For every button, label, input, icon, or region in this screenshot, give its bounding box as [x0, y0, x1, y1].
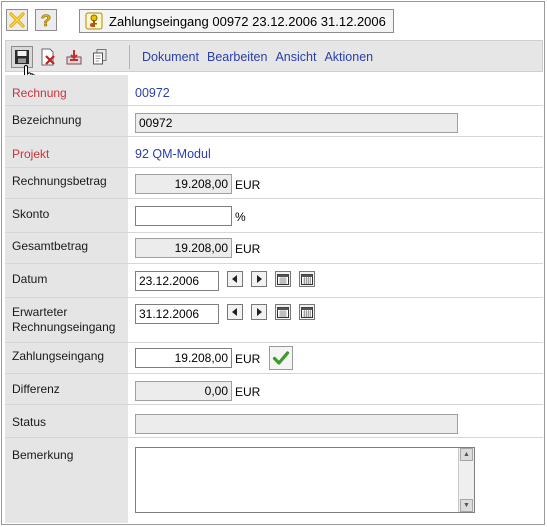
erwarteter-rechnungseingang-input[interactable]: 31.12.2006	[135, 304, 219, 324]
document-tab[interactable]: Zahlungseingang 00972 23.12.2006 31.12.2…	[79, 9, 394, 33]
confirm-payment-button[interactable]	[269, 346, 293, 370]
bemerkung-label: Bemerkung	[12, 448, 74, 462]
datum-prev-button[interactable]	[227, 271, 243, 287]
erwarteter-prev-button[interactable]	[227, 304, 243, 320]
help-question-icon: ?	[41, 11, 52, 29]
row-divider	[5, 167, 543, 168]
bemerkung-scrollbar[interactable]: ▲ ▼	[458, 448, 474, 512]
rechnung-link[interactable]: 00972	[135, 86, 170, 100]
bezeichnung-label: Bezeichnung	[12, 113, 82, 127]
toolbar: Dokument Bearbeiten Ansicht Aktionen	[5, 40, 543, 85]
erwarteter-next-button[interactable]	[251, 304, 267, 320]
erwarteter-label-line1: Erwarteter	[12, 305, 68, 319]
bezeichnung-field[interactable]: 00972	[135, 113, 458, 133]
projekt-link[interactable]: 92 QM-Modul	[135, 147, 211, 161]
datum-label: Datum	[12, 272, 48, 286]
menu-bearbeiten[interactable]: Bearbeiten	[207, 50, 267, 64]
scroll-down-arrow-icon[interactable]: ▼	[460, 499, 473, 512]
row-divider	[5, 373, 543, 374]
erwarteter-calendar-range-button[interactable]	[299, 304, 315, 320]
skonto-percent-unit: %	[235, 210, 246, 224]
payment-form: Rechnung 00972 Bezeichnung 00972 Projekt…	[5, 75, 543, 523]
row-divider	[5, 105, 543, 106]
delete-document-button[interactable]	[37, 46, 59, 68]
erwarteter-calendar-button[interactable]	[275, 304, 291, 320]
row-divider	[5, 404, 543, 405]
toolbar-separator	[129, 45, 130, 69]
skonto-input[interactable]	[135, 206, 232, 226]
menu-ansicht[interactable]: Ansicht	[275, 50, 316, 64]
copy-button[interactable]	[89, 46, 111, 68]
menu-dokument[interactable]: Dokument	[142, 50, 199, 64]
zahlungseingang-currency: EUR	[235, 352, 261, 366]
copy-pages-icon	[93, 49, 107, 65]
gesamtbetrag-label: Gesamtbetrag	[12, 239, 89, 253]
row-divider	[5, 198, 543, 199]
erwarteter-label-line2: Rechnungseingang	[12, 320, 116, 334]
menu-aktionen[interactable]: Aktionen	[324, 50, 373, 64]
zahlungseingang-input[interactable]: 19.208,00	[135, 348, 232, 368]
status-field[interactable]	[135, 414, 458, 434]
row-divider	[5, 263, 543, 264]
save-disk-icon	[15, 50, 29, 64]
payment-key-icon	[85, 12, 103, 30]
row-divider	[5, 136, 543, 137]
projekt-label: Projekt	[12, 147, 50, 161]
rechnungsbetrag-field[interactable]: 19.208,00	[135, 174, 232, 194]
arrow-left-icon	[232, 308, 237, 316]
calendar-month-icon	[301, 274, 313, 285]
calendar-icon	[277, 274, 289, 285]
skonto-label: Skonto	[12, 207, 50, 221]
row-divider	[5, 437, 543, 438]
svg-text:?: ?	[41, 11, 51, 29]
close-button[interactable]	[6, 9, 28, 31]
differenz-currency: EUR	[235, 385, 261, 399]
scroll-up-arrow-icon[interactable]: ▲	[460, 448, 473, 461]
row-divider	[5, 342, 543, 343]
delete-document-icon	[41, 48, 55, 66]
arrow-right-icon	[257, 275, 262, 283]
title-bar: ? Zahlungseingang 00972 23.12.2006 31.12…	[2, 2, 544, 36]
calendar-month-icon	[301, 307, 313, 318]
datum-calendar-range-button[interactable]	[299, 271, 315, 287]
gesamtbetrag-currency: EUR	[235, 242, 261, 256]
datum-calendar-button[interactable]	[275, 271, 291, 287]
calendar-icon	[277, 307, 289, 318]
gesamtbetrag-field[interactable]: 19.208,00	[135, 238, 232, 258]
rechnung-label: Rechnung	[12, 86, 67, 100]
rechnungsbetrag-label: Rechnungsbetrag	[12, 174, 107, 188]
bemerkung-textarea[interactable]: ▲ ▼	[135, 447, 475, 513]
datum-input[interactable]: 23.12.2006	[135, 271, 219, 291]
arrow-left-icon	[232, 275, 237, 283]
differenz-field[interactable]: 0,00	[135, 381, 232, 401]
inbox-button[interactable]	[63, 46, 85, 68]
menu-bar: Dokument Bearbeiten Ansicht Aktionen	[142, 50, 373, 64]
help-button[interactable]: ?	[35, 9, 57, 31]
document-tab-title: Zahlungseingang 00972 23.12.2006 31.12.2…	[109, 13, 386, 29]
row-divider	[5, 297, 543, 298]
inbox-tray-icon	[66, 50, 82, 65]
rechnungsbetrag-currency: EUR	[235, 178, 261, 192]
status-label: Status	[12, 415, 47, 429]
zahlungseingang-label: Zahlungseingang	[12, 349, 105, 363]
invoice-payment-window: ? Zahlungseingang 00972 23.12.2006 31.12…	[1, 1, 545, 525]
differenz-label: Differenz	[12, 382, 60, 396]
close-x-icon	[9, 12, 25, 28]
checkmark-icon	[272, 351, 290, 365]
datum-next-button[interactable]	[251, 271, 267, 287]
arrow-right-icon	[257, 308, 262, 316]
row-divider	[5, 232, 543, 233]
